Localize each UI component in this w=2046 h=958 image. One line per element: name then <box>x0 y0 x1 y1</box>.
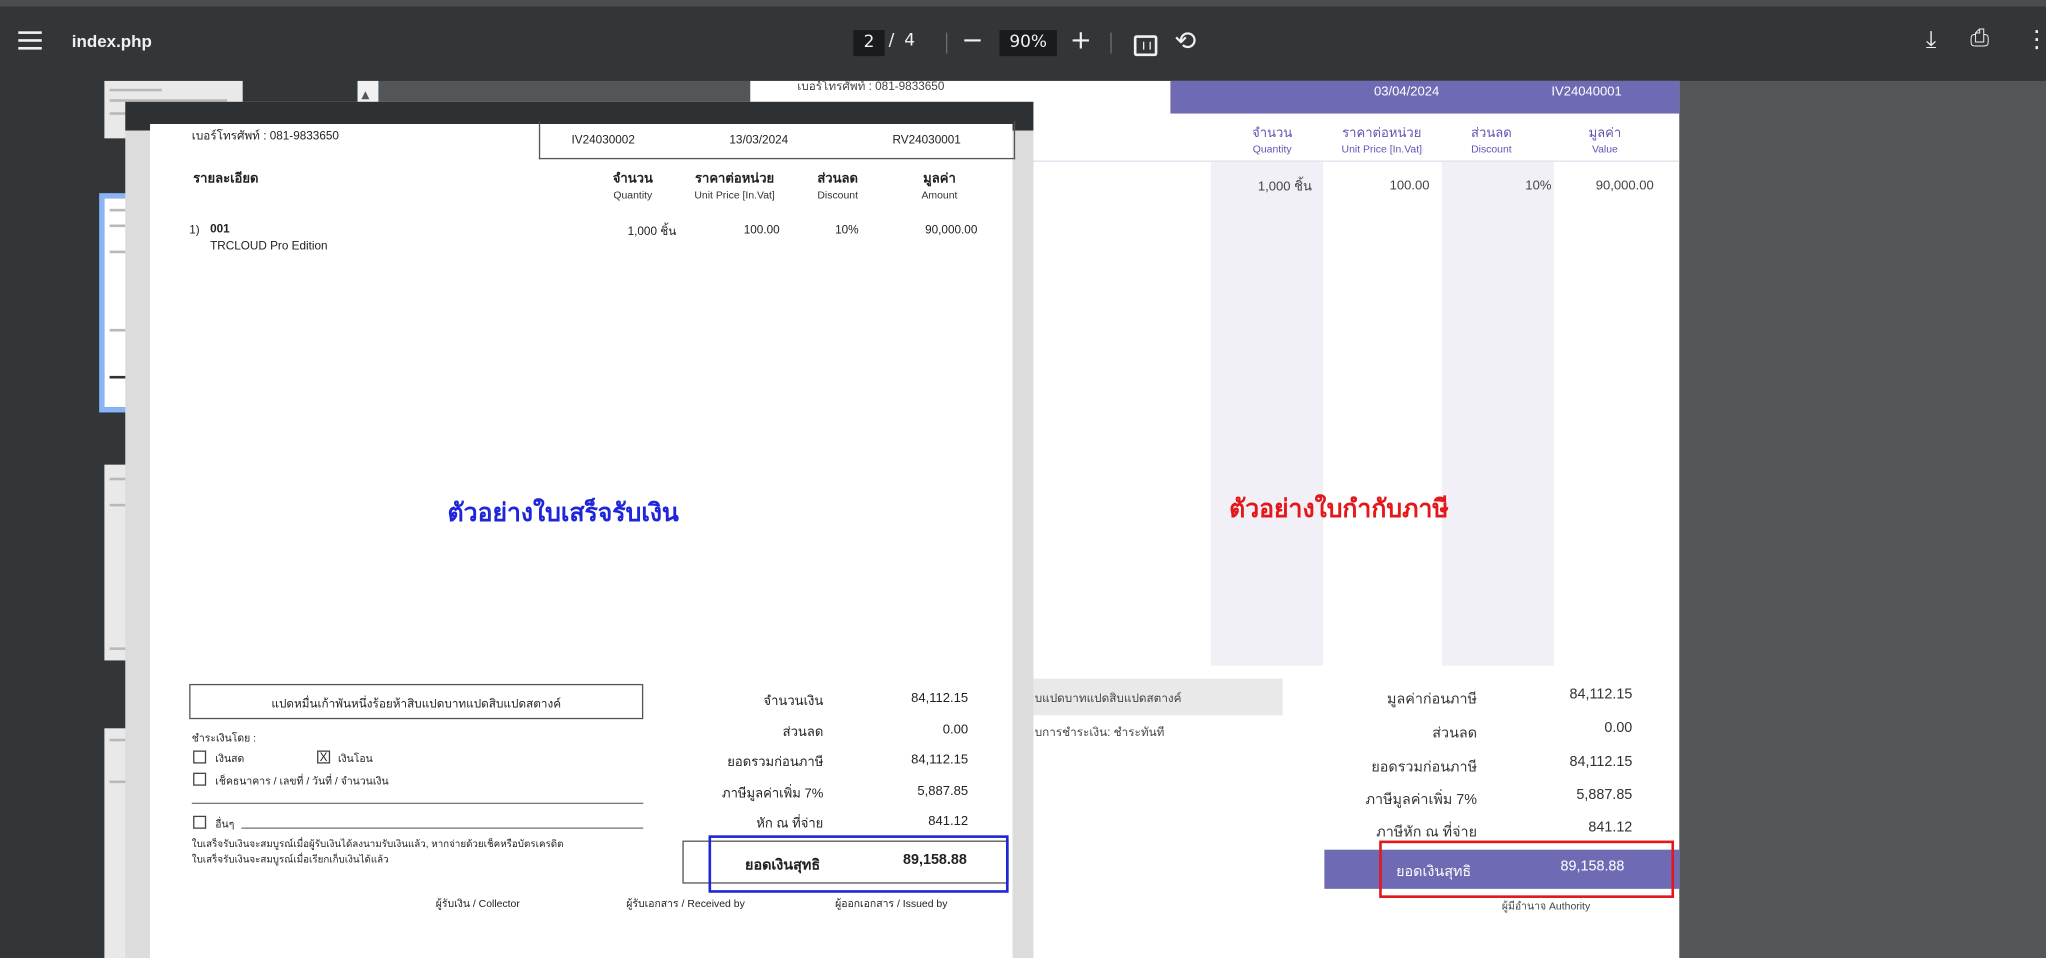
sig-collector: ผู้รับเงิน / Collector <box>435 897 520 910</box>
receipt-total-value: 841.12 <box>928 814 969 829</box>
page-separator: / <box>888 31 895 51</box>
receipt-page: เบอร์โทรศัพท์ : 081-9833650 IV24030002 1… <box>150 121 1016 958</box>
pdf-viewer: index.php 2 / 4 − 90% + ⟲ ⤓ ⎙ ⋮ 4 ▲ ▼ <box>0 0 2046 958</box>
receipt-header-qty: จำนวน Quantity <box>612 172 653 202</box>
tax-total-label: ภาษีมูลค่าเพิ่ม 7% <box>1365 792 1478 808</box>
receipt-total-value: 84,112.15 <box>911 691 969 707</box>
item-discount: 10% <box>835 223 859 237</box>
tax-invoice-number: IV24040001 <box>1551 84 1622 100</box>
receipt-phone: เบอร์โทรศัพท์ : 081-9833650 <box>191 129 339 143</box>
tax-total-value: 5,887.85 <box>1576 787 1633 803</box>
receipt-net-highlight <box>708 835 1009 893</box>
tax-invoice-phone: เบอร์โทรศัพท์ : 081-9833650 <box>797 79 945 93</box>
tax-header-value: มูลค่า Value <box>1588 126 1622 156</box>
receipt-total-value: 84,112.15 <box>911 753 969 768</box>
cash-checkbox[interactable] <box>193 750 207 764</box>
tax-total-value: 841.12 <box>1588 819 1633 836</box>
receipt-ref-number: RV24030001 <box>892 133 961 147</box>
qty-column <box>1210 161 1324 666</box>
zoom-in-icon[interactable]: + <box>1070 25 1092 54</box>
other-label: อื่นๆ <box>215 818 235 831</box>
receipt-total-value: 0.00 <box>942 723 969 738</box>
tax-payment-terms: บการชำระเงิน: ชำระทันที <box>1034 725 1165 739</box>
item-name: TRCLOUD Pro Edition <box>210 238 328 252</box>
tax-total-value: 0.00 <box>1604 720 1633 737</box>
tax-invoice-header-band: 03/04/2024 IV24040001 <box>1170 80 1680 114</box>
more-options-icon[interactable]: ⋮ <box>2025 26 2046 53</box>
cash-label: เงินสด <box>215 753 245 765</box>
item-amount: 90,000.00 <box>925 223 978 237</box>
rotate-icon[interactable]: ⟲ <box>1174 26 1196 55</box>
discount-column <box>1441 161 1555 666</box>
transfer-checkbox[interactable]: X <box>317 750 331 764</box>
receipt-total-label: หัก ณ ที่จ่าย <box>756 817 824 832</box>
toolbar-divider <box>1110 32 1112 54</box>
receipt-ref-date: 13/03/2024 <box>729 133 789 147</box>
item-code: 001 <box>210 221 230 235</box>
pay-by-label: ชำระเงินโดย : <box>191 732 257 744</box>
fit-page-icon[interactable] <box>1133 35 1158 57</box>
zoom-level-input[interactable]: 90% <box>999 30 1057 57</box>
download-icon[interactable]: ⤓ <box>1926 26 1936 53</box>
tax-invoice-caption: ตัวอย่างใบกำกับภาษี <box>1229 494 1449 524</box>
tax-amount-words: บแปดบาทแปดสิบแปดสตางค์ <box>1034 691 1182 705</box>
tax-row-qty: 1,000 ชิ้น <box>1257 180 1312 195</box>
tax-row-value: 90,000.00 <box>1595 178 1654 194</box>
tax-row-discount: 10% <box>1525 178 1552 194</box>
other-checkbox[interactable] <box>193 815 207 829</box>
tax-authority: ผู้มีอำนาจ Authority <box>1501 900 1591 913</box>
tax-net-highlight <box>1379 840 1675 898</box>
item-price: 100.00 <box>743 223 780 237</box>
receipt-header-price: ราคาต่อหน่วย Unit Price [In.Vat] <box>694 172 775 202</box>
receipt-total-label: จำนวนเงิน <box>763 694 824 709</box>
file-name: index.php <box>71 31 152 51</box>
menu-icon[interactable] <box>18 31 42 50</box>
tax-header-discount: ส่วนลด Discount <box>1471 126 1512 156</box>
receipt-total-label: ภาษีมูลค่าเพิ่ม 7% <box>722 787 824 802</box>
sig-received-by: ผู้รับเอกสาร / Received by <box>626 897 745 910</box>
tax-invoice-date: 03/04/2024 <box>1373 84 1440 100</box>
transfer-label: เงินโอน <box>337 753 373 765</box>
receipt-total-label: ส่วนลด <box>782 725 824 741</box>
total-pages: 4 <box>904 31 916 51</box>
tax-header-price: ราคาต่อหน่วย Unit Price [In.Vat] <box>1341 126 1423 156</box>
tax-total-label: ส่วนลด <box>1432 725 1478 742</box>
receipt-note-2: ใบเสร็จรับเงินจะสมบูรณ์เมื่อเรียกเก็บเงิ… <box>191 853 389 866</box>
cheque-label: เช็คธนาคาร / เลขที่ / วันที่ / จำนวนเงิน <box>215 775 389 788</box>
item-index: 1) <box>189 223 200 237</box>
tax-total-label: ยอดรวมก่อนภาษี <box>1371 759 1478 776</box>
cheque-checkbox[interactable] <box>193 772 207 786</box>
tax-total-label: มูลค่าก่อนภาษี <box>1387 691 1478 708</box>
viewer-toolbar: index.php 2 / 4 − 90% + ⟲ ⤓ ⎙ ⋮ <box>0 0 2046 81</box>
item-qty: 1,000 ชิ้น <box>627 224 677 238</box>
print-icon[interactable]: ⎙ <box>1970 25 1989 52</box>
receipt-total-value: 5,887.85 <box>917 784 969 799</box>
receipt-note-1: ใบเสร็จรับเงินจะสมบูรณ์เมื่อผู้รับเงินได… <box>191 837 564 850</box>
tax-header-qty: จำนวน Quantity <box>1252 126 1293 156</box>
receipt-header-discount: ส่วนลด Discount <box>817 172 859 202</box>
receipt-total-label: ยอดรวมก่อนภาษี <box>727 755 824 771</box>
page-number-input[interactable]: 2 <box>853 30 885 57</box>
receipt-ref-invoice: IV24030002 <box>571 133 635 147</box>
receipt-header-amount: มูลค่า Amount <box>921 172 958 202</box>
tax-total-value: 84,112.15 <box>1569 686 1633 703</box>
tax-row-price: 100.00 <box>1389 178 1430 194</box>
scroll-up-icon[interactable]: ▲ <box>361 89 369 101</box>
zoom-out-icon[interactable]: − <box>962 26 984 52</box>
tax-total-value: 84,112.15 <box>1569 754 1633 771</box>
toolbar-divider <box>945 32 948 54</box>
receipt-col-details: รายละเอียด <box>193 172 259 187</box>
sig-issued-by: ผู้ออกเอกสาร / Issued by <box>835 897 948 910</box>
receipt-amount-words: แปดหมื่นเก้าพันหนึ่งร้อยห้าสิบแปดบาทแปดส… <box>271 696 562 711</box>
receipt-caption: ตัวอย่างใบเสร็จรับเงิน <box>447 498 679 528</box>
